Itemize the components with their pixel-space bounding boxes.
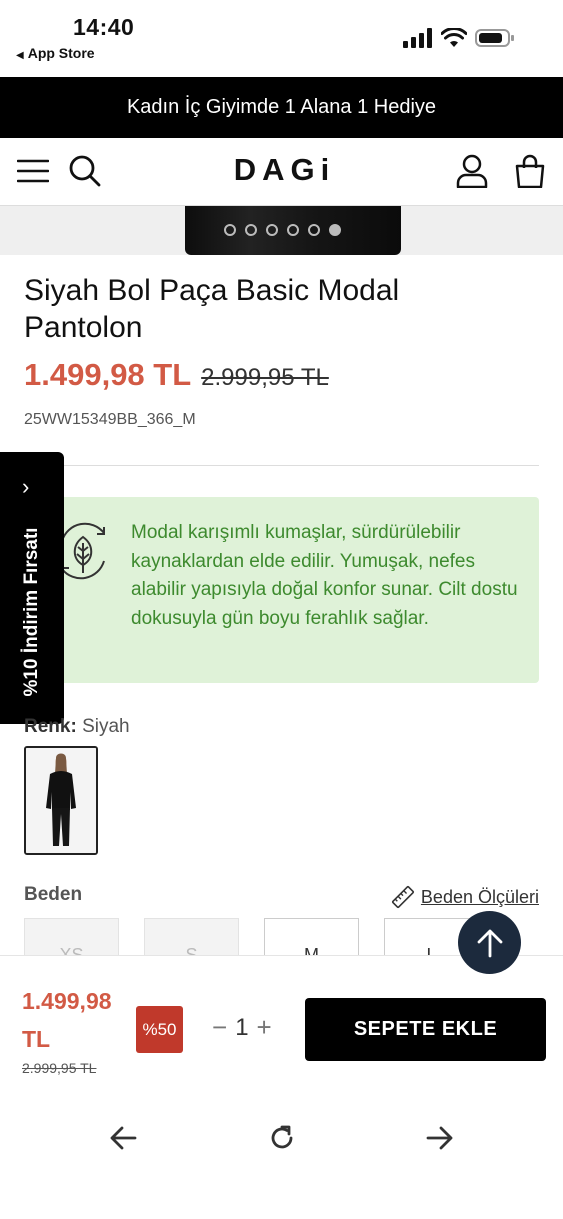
current-price: 1.499,98 TL xyxy=(24,357,192,392)
promo-text: Kadın İç Giyimde 1 Alana 1 Hediye xyxy=(126,96,437,118)
account-icon[interactable] xyxy=(455,154,489,188)
wifi-icon xyxy=(441,28,467,47)
size-guide-label: Beden Ölçüleri xyxy=(420,886,539,907)
browser-reload-icon[interactable] xyxy=(264,1120,300,1156)
size-guide-link[interactable]: Beden Ölçüleri xyxy=(391,885,539,909)
chevron-right-icon: › xyxy=(22,474,30,499)
browser-forward-icon[interactable] xyxy=(422,1120,458,1156)
gallery-dot[interactable] xyxy=(245,224,257,236)
color-swatch-siyah[interactable] xyxy=(24,746,98,855)
purchase-bar: 1.499,98 TL 2.999,95 TL %50 − 1 + SEPETE… xyxy=(0,955,563,1090)
quantity-decrease-button[interactable]: − xyxy=(212,1012,227,1043)
browser-back-icon[interactable] xyxy=(105,1120,141,1156)
quantity-value: 1 xyxy=(235,1013,249,1041)
price-row: 1.499,98 TL 2.999,95 TL xyxy=(24,357,329,393)
promo-banner[interactable]: Kadın İç Giyimde 1 Alana 1 Hediye xyxy=(0,77,563,138)
discount-side-tab-label: %10 İndirim Fırsatı xyxy=(21,527,42,697)
color-row: Renk: Siyah xyxy=(24,716,130,738)
gallery-dot[interactable] xyxy=(329,224,341,236)
purchase-bar-price: 1.499,98 TL xyxy=(22,988,112,1052)
swatch-model-thumbnail xyxy=(26,748,96,853)
back-app-label: App Store xyxy=(27,45,95,61)
color-value: Siyah xyxy=(82,716,130,737)
divider xyxy=(24,465,539,466)
battery-icon xyxy=(475,29,514,47)
scroll-to-top-button[interactable] xyxy=(458,911,521,974)
status-time: 14:40 xyxy=(73,14,135,40)
cart-icon[interactable] xyxy=(513,154,547,188)
quantity-stepper: − 1 + xyxy=(212,1012,272,1043)
purchase-bar-original-price: 2.999,95 TL xyxy=(22,1060,97,1076)
gallery-dots xyxy=(224,224,341,236)
add-to-cart-button[interactable]: SEPETE EKLE xyxy=(305,998,546,1061)
gallery-dot[interactable] xyxy=(308,224,320,236)
product-sku: 25WW15349BB_366_M xyxy=(24,411,196,428)
site-header: DAGi xyxy=(0,138,563,206)
product-gallery[interactable] xyxy=(0,206,563,255)
product-title: Siyah Bol Paça Basic Modal Pantolon xyxy=(24,274,400,344)
back-to-app-store[interactable]: ◀ App Store xyxy=(16,45,95,61)
fabric-info-text: Modal karışımlı kumaşlar, sürdürülebilir… xyxy=(131,522,518,629)
browser-navigation xyxy=(0,1090,563,1219)
fabric-info-box: Modal karışımlı kumaşlar, sürdürülebilir… xyxy=(40,497,539,683)
status-icons xyxy=(403,28,515,48)
gallery-dot[interactable] xyxy=(224,224,236,236)
arrow-up-icon xyxy=(477,929,502,957)
gallery-dot[interactable] xyxy=(287,224,299,236)
discount-badge: %50 xyxy=(136,1006,183,1053)
status-bar: 14:40 ◀ App Store xyxy=(0,0,563,77)
signal-icon xyxy=(403,28,432,48)
discount-side-tab[interactable]: › %10 İndirim Fırsatı xyxy=(0,452,64,724)
quantity-increase-button[interactable]: + xyxy=(257,1012,272,1043)
color-label: Renk: xyxy=(24,716,77,737)
original-price: 2.999,95 TL xyxy=(201,364,329,391)
back-triangle-icon: ◀ xyxy=(16,50,24,61)
ruler-icon xyxy=(391,886,414,908)
gallery-dot[interactable] xyxy=(266,224,278,236)
size-label: Beden xyxy=(24,884,83,905)
